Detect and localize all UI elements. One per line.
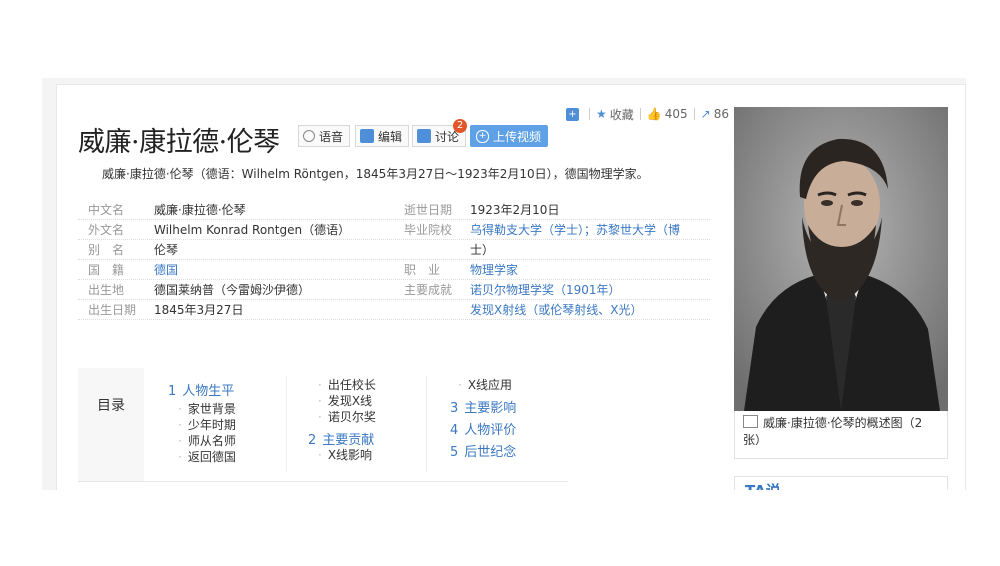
discuss-badge: 2: [453, 119, 467, 133]
toc-item-evaluation[interactable]: 4 人物评价: [450, 419, 516, 438]
toc-item-xray-impact[interactable]: · X线影响: [318, 446, 372, 463]
share-icon: ↗: [700, 107, 711, 121]
portrait-image[interactable]: [734, 107, 948, 411]
info-row-chinese-name: 中文名 威廉·康拉德·伦琴: [88, 203, 246, 217]
info-row-school-cont: 士）: [470, 243, 495, 257]
toc-item-discover-xray[interactable]: · 发现X线: [318, 392, 372, 409]
edit-label: 编辑: [378, 129, 403, 144]
info-row-achievement: 主要成就 诺贝尔物理学奖（1901年）: [404, 281, 621, 298]
comment-icon: [417, 129, 431, 143]
action-bar: + ★ 收藏 👍 405 ↗ 86: [566, 106, 729, 122]
share-button[interactable]: ↗ 86: [701, 107, 729, 121]
plus-circle-icon: +: [476, 129, 489, 143]
xray-link[interactable]: 发现X射线（或伦琴射线、X光）: [470, 301, 642, 318]
toc-item-return[interactable]: · 返回德国: [178, 448, 236, 465]
gallery-icon: [743, 415, 758, 428]
toc-item-teacher[interactable]: · 师从名师: [178, 432, 236, 449]
edit-button[interactable]: 编辑: [355, 125, 410, 147]
image-caption[interactable]: 威廉·康拉德·伦琴的概述图（2张）: [734, 411, 948, 459]
upload-video-button[interactable]: + 上传视频: [470, 125, 548, 147]
upload-label: 上传视频: [493, 129, 542, 144]
favorite-button[interactable]: ★ 收藏: [596, 106, 634, 123]
toc-label: 目录: [78, 368, 144, 481]
page-title: 威廉·康拉德·伦琴: [78, 127, 280, 158]
info-row-alias: 别 名 伦琴: [88, 243, 179, 257]
star-icon: ★: [596, 107, 607, 121]
toc-item-influence[interactable]: 3 主要影响: [450, 397, 516, 416]
toc-item-president[interactable]: · 出任校长: [318, 376, 376, 393]
summary-text: 威廉·康拉德·伦琴（德语：Wilhelm Röntgen，1845年3月27日～…: [102, 167, 649, 181]
info-row-achievement-cont: 发现X射线（或伦琴射线、X光）: [470, 301, 642, 321]
school-link[interactable]: 乌得勒支大学（学士）；苏黎世大学（博: [470, 221, 680, 238]
voice-button[interactable]: 语音: [298, 125, 351, 147]
bottom-area: [0, 490, 1000, 566]
info-row-school: 毕业院校 乌得勒支大学（学士）；苏黎世大学（博: [404, 221, 681, 238]
voice-label: 语音: [319, 129, 344, 144]
toc-item-xray-application[interactable]: · X线应用: [458, 376, 512, 393]
toc-item-family[interactable]: · 家世背景: [178, 400, 236, 417]
nationality-link[interactable]: 德国: [154, 261, 178, 278]
like-button[interactable]: 👍 405: [647, 107, 688, 121]
toc-item-biography[interactable]: 1 人物生平: [168, 380, 234, 399]
share-count: 86: [713, 107, 729, 121]
info-row-death-date: 逝世日期 1923年2月10日: [404, 203, 560, 217]
info-row-occupation: 职 业 物理学家: [404, 261, 519, 278]
occupation-link[interactable]: 物理学家: [470, 261, 518, 278]
plus-icon[interactable]: +: [566, 107, 579, 121]
pencil-icon: [360, 129, 374, 143]
like-count: 405: [664, 107, 688, 121]
favorite-label: 收藏: [609, 107, 634, 122]
portrait-illustration: [734, 107, 948, 411]
info-row-birth-date: 出生日期 1845年3月27日: [88, 303, 244, 317]
info-row-birthplace: 出生地 德国莱纳普（今雷姆沙伊德）: [88, 283, 311, 297]
nobel-prize-link[interactable]: 诺贝尔物理学奖（1901年）: [470, 281, 621, 298]
toc-item-memorial[interactable]: 5 后世纪念: [450, 441, 516, 460]
toc-item-youth[interactable]: · 少年时期: [178, 416, 236, 433]
toc-item-nobel[interactable]: · 诺贝尔奖: [318, 408, 376, 425]
table-of-contents: 目录 1 人物生平 · 家世背景 · 少年时期 · 师从名师 · 返回德国 · 出任校长 ·…: [78, 368, 568, 482]
info-row-nationality: 国 籍 德国: [88, 261, 179, 278]
thumbs-up-icon: 👍: [646, 107, 662, 121]
info-row-foreign-name: 外文名 Wilhelm Konrad Rontgen（德语）: [88, 223, 351, 237]
headphones-icon: [303, 130, 315, 142]
